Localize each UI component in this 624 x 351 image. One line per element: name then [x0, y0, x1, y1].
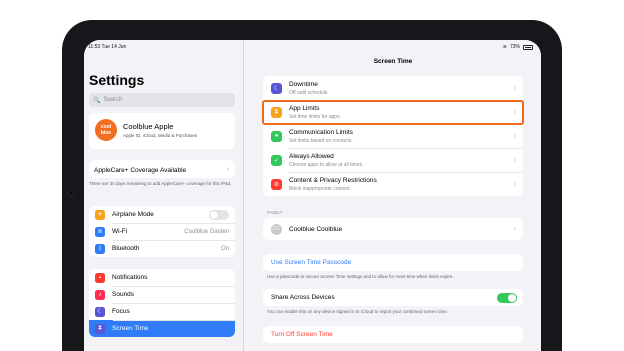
sidebar-item-focus[interactable]: ☾ Focus: [89, 303, 235, 320]
status-bar-right: ≋ 73%: [245, 40, 541, 54]
sidebar-item-label: Screen Time: [112, 325, 149, 332]
moon-icon: ☾: [271, 82, 282, 94]
share-toggle[interactable]: [497, 292, 517, 303]
applecare-note: There are 30 days remaining to add Apple…: [89, 181, 232, 186]
camera-dot: [68, 190, 74, 196]
share-group: Share Across Devices: [263, 289, 523, 306]
app-limits-highlight: [262, 100, 524, 125]
row-subtitle: Choose apps to allow at all times.: [289, 161, 364, 168]
limits-group: ☾ Downtime Off until schedule › ⧗ App Lim…: [263, 76, 523, 196]
moon-icon: ☾: [95, 306, 105, 317]
member-initials-avatar: CC: [271, 223, 282, 235]
share-note: You can enable this on any device signed…: [267, 309, 448, 314]
row-title: Downtime: [289, 80, 318, 88]
turn-off-group: Turn Off Screen Time: [263, 326, 523, 343]
bell-icon: ▪: [95, 272, 105, 283]
sidebar-item-wifi[interactable]: ≋ Wi-Fi Coolblue Gasten: [89, 223, 235, 240]
search-field[interactable]: 🔍 Search: [89, 93, 235, 107]
search-placeholder: Search: [103, 97, 123, 103]
sidebar-item-sounds[interactable]: ♪ Sounds: [89, 286, 235, 303]
sidebar-item-airplane-mode[interactable]: ✈ Airplane Mode: [89, 206, 235, 223]
profile-subtitle: Apple ID, iCloud, Media & Purchases: [123, 133, 198, 138]
row-communication-limits[interactable]: ● Communication Limits Set limits based o…: [263, 124, 523, 148]
hourglass-icon: ⧗: [95, 323, 105, 334]
wifi-value: Coolblue Gasten: [184, 228, 229, 235]
family-group: CC Coolblue Coolblue ›: [263, 218, 523, 240]
row-subtitle: Block inappropriate content.: [289, 185, 351, 192]
share-label: Share Across Devices: [271, 294, 335, 301]
airplane-mode-toggle[interactable]: [209, 209, 229, 220]
status-indicators: ≋ 73%: [503, 44, 533, 50]
passcode-link: Use Screen Time Passcode: [271, 259, 352, 266]
passcode-group: Use Screen Time Passcode: [263, 254, 523, 271]
row-turn-off-screen-time[interactable]: Turn Off Screen Time: [263, 326, 523, 343]
settings-sidebar: 11:53 Tue 14 Jun Settings 🔍 Search cool b…: [84, 40, 244, 351]
chevron-right-icon: ›: [513, 180, 516, 188]
page-title: Screen Time: [373, 58, 413, 65]
sidebar-item-screen-time[interactable]: ⧗ Screen Time: [89, 320, 235, 337]
person-bubble-icon: ●: [271, 130, 282, 142]
screen-time-pane: ≋ 73% Screen Time ☾ Downtime Off until sc…: [245, 40, 541, 351]
ipad-screen: 11:53 Tue 14 Jun Settings 🔍 Search cool b…: [84, 40, 541, 351]
connectivity-group: ✈ Airplane Mode ≋ Wi-Fi Coolblue Gasten …: [89, 206, 235, 257]
turn-off-link: Turn Off Screen Time: [271, 331, 333, 338]
profile-name: Coolblue Apple: [123, 122, 174, 131]
sidebar-item-label: Bluetooth: [112, 245, 140, 252]
airplane-icon: ✈: [95, 209, 105, 220]
chevron-right-icon: ›: [513, 132, 516, 140]
sidebar-item-notifications[interactable]: ▪ Notifications: [89, 269, 235, 286]
row-always-allowed[interactable]: ✓ Always Allowed Choose apps to allow at …: [263, 148, 523, 172]
row-title: Coolblue Coolblue: [289, 225, 343, 233]
row-title: Content & Privacy Restrictions: [289, 176, 377, 184]
no-entry-icon: ⊘: [271, 178, 282, 190]
family-section-label: FAMILY: [267, 210, 283, 215]
search-icon: 🔍: [93, 97, 101, 104]
row-downtime[interactable]: ☾ Downtime Off until schedule ›: [263, 76, 523, 100]
bluetooth-icon: ᛒ: [95, 243, 105, 254]
sidebar-item-label: Sounds: [112, 291, 135, 298]
sidebar-title: Settings: [89, 72, 145, 88]
applecare-label: AppleCare+ Coverage Available: [94, 167, 187, 174]
sidebar-item-label: Wi-Fi: [112, 228, 128, 235]
chevron-right-icon: ›: [513, 84, 516, 92]
row-title: Always Allowed: [289, 152, 334, 160]
wifi-status-icon: ≋: [502, 44, 507, 50]
row-share-across-devices[interactable]: Share Across Devices: [263, 289, 523, 306]
status-time: 11:53 Tue 14 Jun: [88, 44, 127, 50]
row-family-member[interactable]: CC Coolblue Coolblue ›: [263, 218, 523, 240]
passcode-note: Use a passcode to secure Screen Time set…: [267, 274, 454, 279]
chevron-right-icon: ›: [513, 156, 516, 164]
chevron-right-icon: ›: [226, 166, 229, 173]
applecare-card[interactable]: AppleCare+ Coverage Available ›: [89, 160, 235, 178]
sidebar-item-label: Notifications: [112, 274, 148, 281]
speaker-icon: ♪: [95, 289, 105, 300]
notifications-group: ▪ Notifications ♪ Sounds ☾ Focus ⧗ Scree…: [89, 269, 235, 337]
apple-id-card[interactable]: cool blue Coolblue Apple Apple ID, iCloud…: [89, 113, 235, 149]
bluetooth-value: On: [220, 245, 229, 252]
row-subtitle: Set limits based on contacts.: [289, 137, 353, 144]
row-title: Communication Limits: [289, 128, 353, 136]
row-subtitle: Off until schedule: [289, 89, 328, 96]
sidebar-item-label: Airplane Mode: [112, 211, 154, 218]
row-use-passcode[interactable]: Use Screen Time Passcode: [263, 254, 523, 271]
sidebar-item-label: Focus: [112, 308, 130, 315]
battery-icon: [523, 44, 533, 50]
checkmark-icon: ✓: [271, 154, 282, 166]
profile-avatar: cool blue: [95, 119, 117, 141]
row-content-privacy[interactable]: ⊘ Content & Privacy Restrictions Block in…: [263, 172, 523, 196]
battery-percent: 73%: [509, 44, 520, 50]
chevron-right-icon: ›: [513, 225, 516, 233]
wifi-icon: ≋: [95, 226, 105, 237]
sidebar-item-bluetooth[interactable]: ᛒ Bluetooth On: [89, 240, 235, 257]
stage: 11:53 Tue 14 Jun Settings 🔍 Search cool b…: [0, 0, 624, 351]
